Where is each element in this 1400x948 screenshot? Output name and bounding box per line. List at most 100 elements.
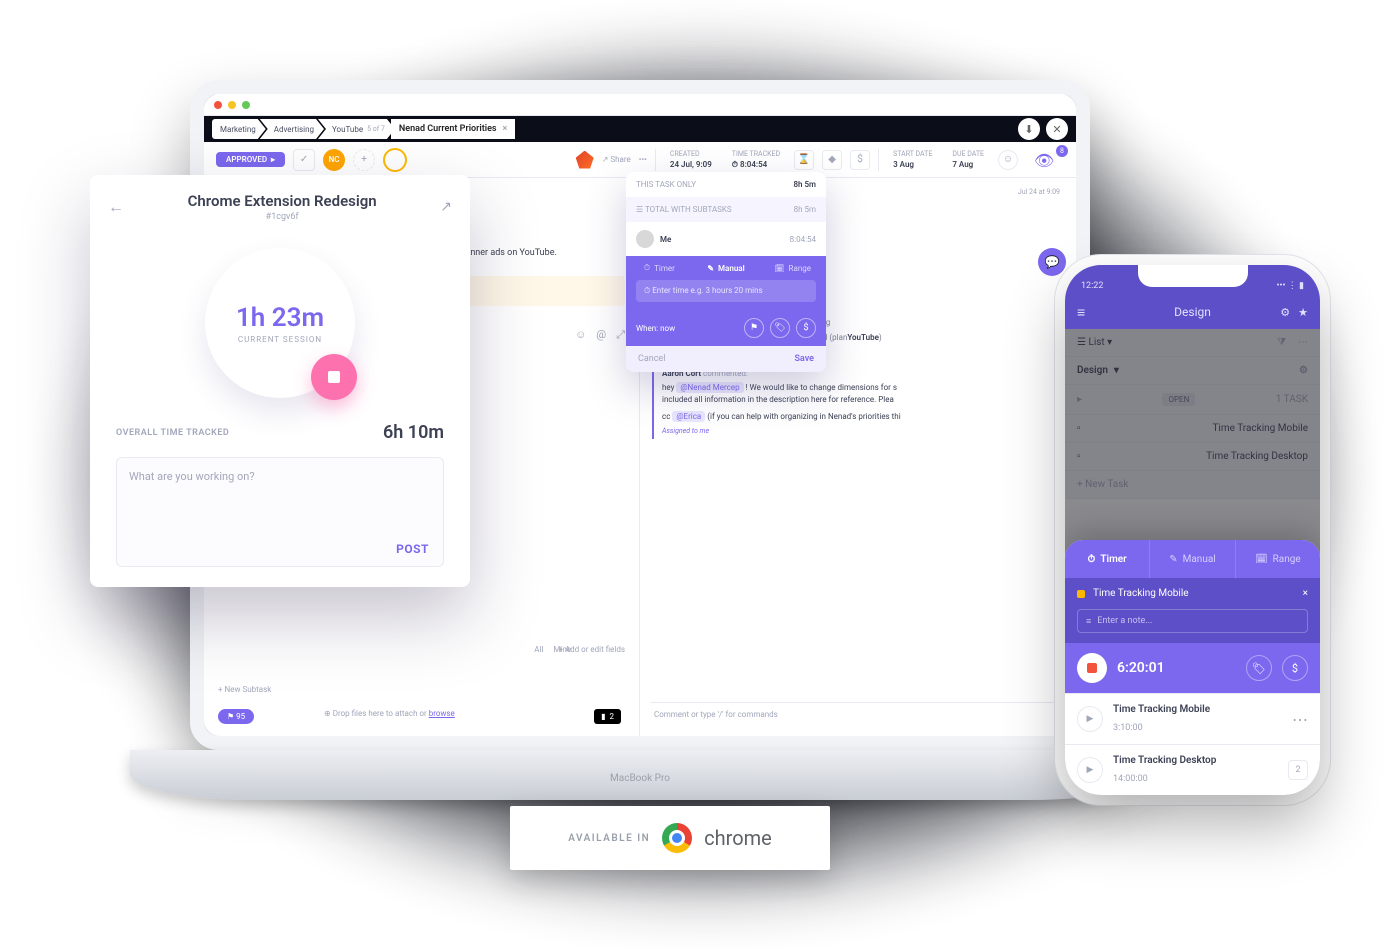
filter-mine[interactable]: Mine [553,645,571,654]
phone-indicators: ••• ⋮ ▮ [1276,281,1304,291]
popover-tab-manual[interactable]: ✎ Manual [693,256,760,280]
dropzone[interactable]: ⊕ Drop files here to attach or browse [324,709,455,718]
popover-when-label[interactable]: When: now [636,324,675,333]
more-button[interactable]: ••• [639,155,647,164]
chrome-extension-popup: ← Chrome Extension Redesign #1cgv6f ↗ 1h… [90,175,470,587]
window-close-dot[interactable] [214,101,222,109]
gitlab-icon[interactable] [576,151,594,169]
chat-fab[interactable]: 💬 [1038,248,1066,276]
pop-me-row: Me 8:04:54 [626,222,826,256]
right-badge[interactable]: ▮ 2 [594,709,621,724]
panel-tab-range[interactable]: 🗓 Range [1235,540,1320,578]
overall-value: 6h 10m [383,422,444,443]
play-icon[interactable]: ▶ [1077,757,1103,783]
filter-all[interactable]: All [534,645,543,654]
breadcrumb-count: 5 of 7 [367,125,385,133]
entry-more-icon[interactable]: ⋯ [1292,710,1308,729]
phone-header: ≡ Design ⚙★ [1065,295,1320,329]
status-pill[interactable]: APPROVED▸ [216,152,285,167]
session-label: CURRENT SESSION [238,335,322,344]
check-button[interactable]: ✓ [293,149,315,171]
budget-icon[interactable]: $ [850,150,870,170]
mac-brand: MacBook Pro [190,773,1090,784]
settings-icon[interactable]: ⚙ [1280,306,1290,319]
popover-input-wrap: ⏱ Enter time e.g. 3 hours 20 mins [626,280,826,310]
emoji-icon[interactable]: ☺ [575,328,586,342]
tag-icon[interactable]: 🏷 [770,318,790,338]
panel-dollar-icon[interactable]: $ [1282,655,1308,681]
close-task-icon[interactable]: ✕ [1046,118,1068,140]
available-label: AVAILABLE IN [568,833,650,844]
phone-notch [1138,265,1248,287]
popover-tab-range[interactable]: 🗓 Range [759,256,826,280]
clear-task-icon[interactable]: × [1303,588,1308,599]
star-icon[interactable]: ★ [1298,306,1308,319]
popover-cancel[interactable]: Cancel [638,354,665,364]
time-entry-1[interactable]: ▶ Time Tracking Mobile3:10:00 ⋯ [1065,693,1320,744]
task-color-icon [1077,590,1085,598]
phone-clock: 12:22 [1081,281,1103,291]
window-titlebar [204,94,1076,116]
available-in-chrome-badge[interactable]: AVAILABLE IN chrome [510,806,830,870]
post-button[interactable]: POST [396,542,429,556]
meta-start[interactable]: START DATE3 Aug [887,150,938,169]
panel-running-timer: 6:20:01 🏷 $ [1065,643,1320,693]
panel-note-input[interactable]: ≡ Enter a note... [1077,609,1308,633]
pop-this-value: 8h 5m [793,180,816,189]
breadcrumb-2[interactable]: Advertising [260,119,324,139]
mention-erica[interactable]: @Erica [672,411,705,422]
stop-record-button[interactable] [1077,653,1107,683]
panel-tag-icon[interactable]: 🏷 [1246,655,1272,681]
popover-time-input[interactable]: ⏱ Enter time e.g. 3 hours 20 mins [636,280,816,302]
points-icon[interactable]: ◆ [822,150,842,170]
menu-icon[interactable]: ≡ [1077,304,1085,321]
breadcrumb-3-label: YouTube [332,125,363,134]
breadcrumb-3[interactable]: YouTube 5 of 7 [318,119,395,139]
priority-ring-icon[interactable] [383,148,407,172]
popover-tab-timer[interactable]: ⏱ Timer [626,256,693,280]
window-min-dot[interactable] [228,101,236,109]
popover-save[interactable]: Save [794,354,814,364]
new-subtask-button[interactable]: + New Subtask [218,685,271,694]
ext-title: Chrome Extension Redesign [188,192,377,210]
window-max-dot[interactable] [242,101,250,109]
back-icon[interactable]: ← [108,197,124,217]
dollar-icon[interactable]: $ [796,318,816,338]
session-timer: 1h 23m CURRENT SESSION [205,248,355,398]
share-button[interactable]: ↗ Share [602,155,631,164]
download-icon[interactable]: ⬇ [1018,118,1040,140]
pop-total-value: 8h 5m [794,205,816,214]
open-external-icon[interactable]: ↗ [440,199,452,215]
stop-timer-button[interactable] [311,354,357,400]
iphone-mockup: 12:22 ••• ⋮ ▮ ≡ Design ⚙★ ☰ List ▾ ⧩⋯ De… [1065,265,1320,795]
time-entry-2[interactable]: ▶ Time Tracking Desktop14:00:00 2 [1065,744,1320,795]
note-input[interactable]: What are you working on? POST [116,457,444,567]
billable-icon[interactable]: ⚑ [744,318,764,338]
close-icon[interactable]: × [503,124,508,134]
comment-input[interactable]: Comment or type '/' for commands [650,702,1066,726]
meta-due[interactable]: DUE DATE7 Aug [946,150,990,169]
panel-tab-timer[interactable]: ⏱ Timer [1065,540,1149,578]
mention-nenad[interactable]: @Nenad Mercep [676,382,743,393]
left-badge[interactable]: ⚑ 95 [218,709,254,724]
breadcrumb-active-tab[interactable]: Nenad Current Priorities × [391,119,515,139]
pop-this-label: THIS TASK ONLY [636,180,696,189]
smile-icon[interactable]: ☺ [998,150,1018,170]
expand-icon[interactable]: ⤢ [616,328,625,342]
breadcrumb-1[interactable]: Marketing [212,119,266,139]
assignee-avatar[interactable]: NC [323,149,345,171]
ext-task-id: #1cgv6f [124,212,440,222]
comment-block: Aaron Cort commented: hey @Nenad Mercep … [652,365,1064,439]
overall-label: OVERALL TIME TRACKED [116,428,229,438]
comment-assigned: Assigned to me [662,427,1064,435]
play-icon[interactable]: ▶ [1077,706,1103,732]
at-icon[interactable]: @ [596,328,606,342]
meta-tracked[interactable]: TIME TRACKED⏱ 8:04:54 [726,150,786,170]
panel-active-task[interactable]: Time Tracking Mobile × [1065,578,1320,609]
watchers-icon[interactable]: 👁 [1034,151,1064,169]
elapsed-time: 6:20:01 [1117,660,1236,676]
panel-tab-manual[interactable]: ✎ Manual [1149,540,1234,578]
chrome-icon [662,823,692,853]
time-est-icon[interactable]: ⌛ [794,150,814,170]
add-assignee-icon[interactable]: + [353,149,375,171]
